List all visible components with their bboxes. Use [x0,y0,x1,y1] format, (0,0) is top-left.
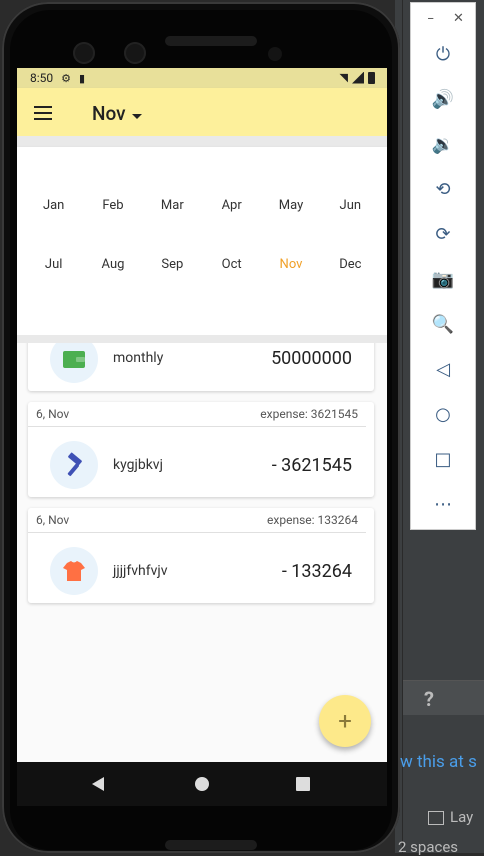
more-icon[interactable]: ⋯ [432,493,454,515]
power-icon[interactable]: ⏻ [432,43,454,65]
signal-icon [352,71,364,84]
month-picker-shadow [17,335,387,343]
transaction-name: kygjbkvj [113,457,163,473]
wifi-icon: ◥ [339,71,348,84]
battery-icon [368,71,375,84]
volume-up-icon[interactable]: 🔊 [432,88,454,110]
transaction-summary: expense: 133264 [267,513,358,527]
ide-panel [403,680,484,715]
transaction-header: 6, Nov expense: 3621545 [28,402,366,427]
add-transaction-button[interactable]: + [319,695,371,747]
month-oct[interactable]: Oct [202,256,261,274]
page-title[interactable]: Nov [92,102,126,125]
settings-icon: ⚙ [61,71,72,85]
earpiece-speaker [165,36,257,46]
transaction-date: 6, Nov [36,513,70,527]
close-icon[interactable]: ✕ [453,11,464,26]
transaction-amount: - 3621545 [271,455,352,476]
hammer-icon [50,441,98,489]
month-mar[interactable]: Mar [143,197,202,215]
month-jul[interactable]: Jul [24,256,83,274]
transaction-card[interactable]: 6, Nov expense: 133264 jjjjfvhfvjv - 133… [28,508,374,603]
month-jan[interactable]: Jan [24,197,83,215]
sensor-icon [268,47,282,61]
month-feb[interactable]: Feb [83,197,142,215]
ide-layout-label: Lay [450,808,474,826]
back-icon[interactable]: ◁ [432,358,454,380]
ide-link[interactable]: w this at s [400,752,477,772]
ide-spaces-status[interactable]: 2 spaces [398,838,458,856]
emulator-toolbar: − ✕ ⏻ 🔊 🔉 ⟲ ⟳ 📷 🔍 ◁ ○ □ ⋯ [410,2,476,530]
overview-icon[interactable] [296,777,310,791]
transaction-name: monthly [113,350,164,366]
ide-layout-tab[interactable]: Lay [428,808,473,826]
month-aug[interactable]: Aug [83,256,142,274]
transaction-card[interactable]: 6, Nov expense: 3621545 kygjbkvj - 36215… [28,402,374,497]
home-icon[interactable]: ○ [432,403,454,425]
transaction-amount: 50000000 [271,348,352,369]
status-bar: 8:50 ⚙ ▮ ◥ [17,68,387,88]
transaction-amount: - 133264 [281,561,352,582]
month-may[interactable]: May [261,197,320,215]
minimize-icon[interactable]: − [427,12,434,27]
shirt-icon [50,547,98,595]
month-nov[interactable]: Nov [261,256,320,274]
volume-down-icon[interactable]: 🔉 [432,133,454,155]
rotate-left-icon[interactable]: ⟲ [432,178,454,200]
month-dec[interactable]: Dec [321,256,380,274]
month-sep[interactable]: Sep [143,256,202,274]
transaction-name: jjjjfvhfvjv [113,563,168,579]
chevron-down-icon[interactable] [132,114,142,119]
bottom-speaker [165,840,257,850]
month-picker-shadow [17,136,387,147]
transaction-header: 6, Nov expense: 133264 [28,508,366,533]
overview-icon[interactable]: □ [432,448,454,470]
layout-icon [428,811,444,826]
front-camera-icon [73,42,95,64]
app-bar: Nov [17,88,387,136]
rotate-right-icon[interactable]: ⟳ [432,223,454,245]
menu-icon[interactable] [34,106,52,120]
month-jun[interactable]: Jun [321,197,380,215]
transaction-summary: expense: 3621545 [260,407,358,421]
ide-divider [402,0,403,853]
help-icon[interactable]: ? [424,687,434,711]
month-apr[interactable]: Apr [202,197,261,215]
status-time: 8:50 [30,71,54,85]
zoom-icon[interactable]: 🔍 [432,313,454,335]
back-icon[interactable] [92,777,104,791]
month-picker: Jan Feb Mar Apr May Jun Jul Aug Sep Oct … [17,147,387,335]
camera-icon[interactable]: 📷 [432,268,454,290]
android-nav-bar [17,762,387,806]
sd-card-icon: ▮ [79,71,86,85]
app-screen: 8:50 ⚙ ▮ ◥ Nov monthly 50000000 6, Nov e… [17,68,387,806]
front-camera-icon [124,42,146,64]
home-icon[interactable] [195,777,209,791]
transaction-date: 6, Nov [36,407,70,421]
